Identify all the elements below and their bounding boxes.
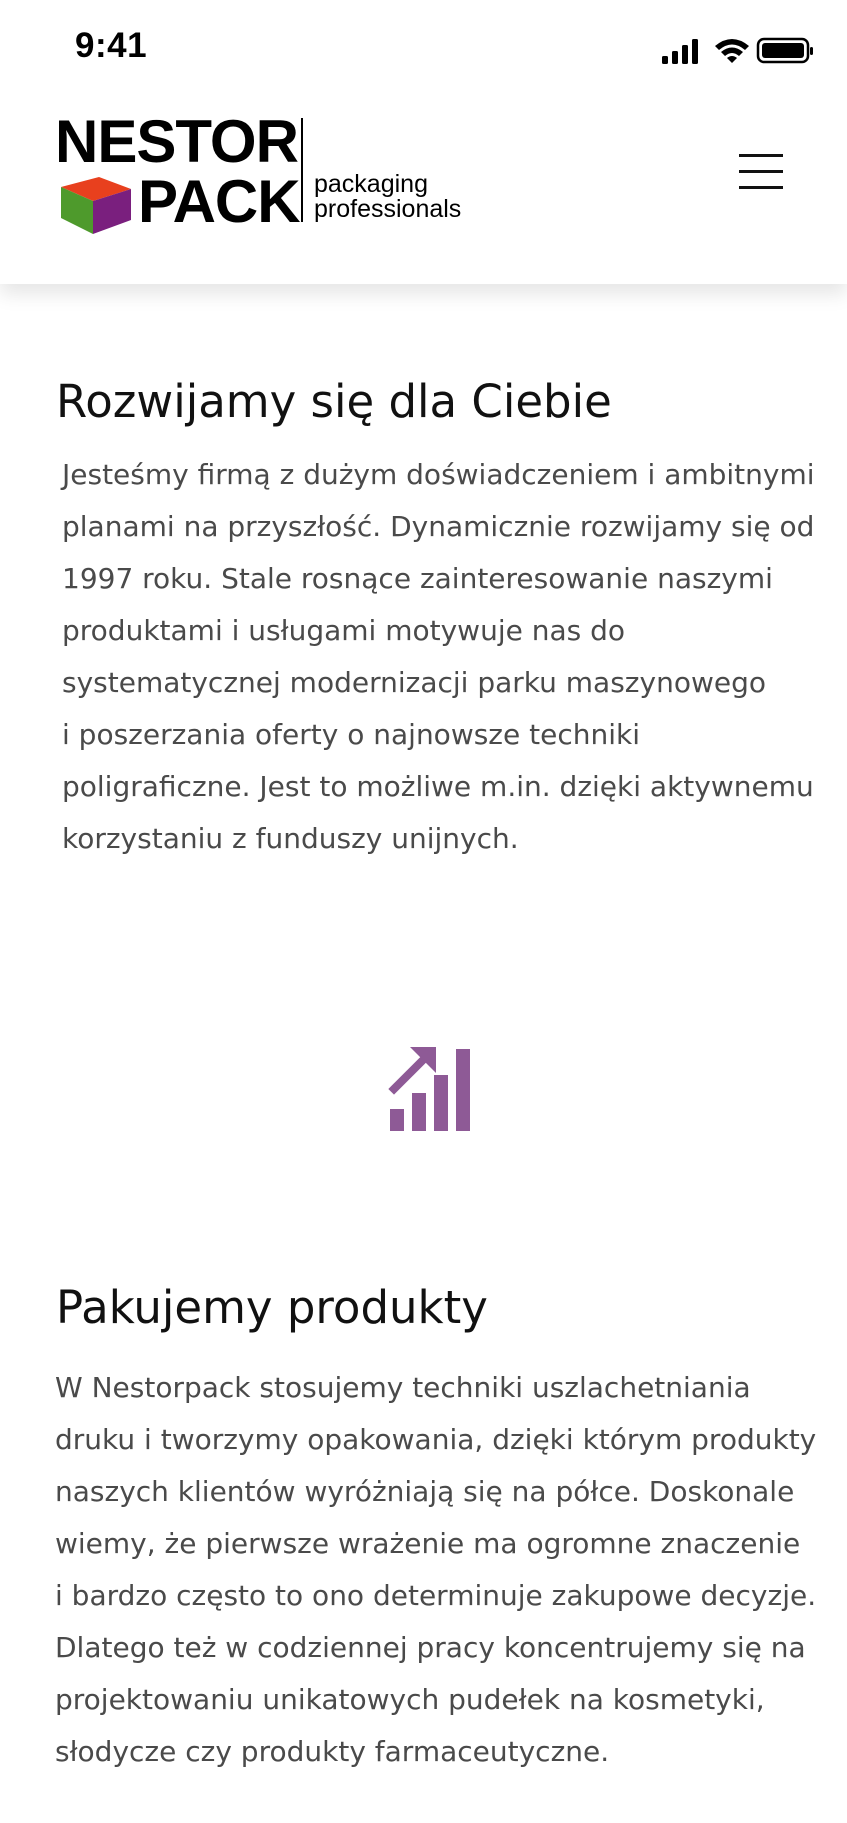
body-line: poligraficzne. Jest to możliwe m.in. dzi…: [62, 770, 814, 803]
body-line: korzystaniu z funduszy unijnych.: [62, 822, 519, 855]
signal-icon: [662, 39, 698, 64]
nestorpack-logo[interactable]: NESTOR PACK packaging professionals: [55, 112, 475, 237]
battery-icon: [756, 37, 813, 64]
section-title: Pakujemy produkty: [56, 1281, 488, 1334]
menu-line: [739, 154, 783, 157]
body-line: i bardzo często to ono determinuje zakup…: [55, 1579, 817, 1612]
body-line: planami na przyszłość. Dynamicznie rozwi…: [62, 510, 815, 543]
status-time: 9:41: [75, 26, 148, 65]
growth-chart-icon: [388, 1047, 470, 1131]
logo-tagline: packaging professionals: [314, 172, 461, 222]
wifi-icon: [715, 39, 749, 63]
body-line: słodycze czy produkty farmaceutyczne.: [55, 1735, 610, 1768]
menu-line: [739, 186, 783, 189]
logo-word-pack: PACK: [138, 168, 301, 235]
logo-tagline-line: professionals: [314, 195, 462, 223]
section-title: Rozwijamy się dla Ciebie: [56, 375, 612, 428]
body-line: W Nestorpack stosujemy techniki uszlache…: [55, 1371, 751, 1404]
body-line: naszych klientów wyróżniają się na półce…: [55, 1475, 795, 1508]
body-line: Jesteśmy firmą z dużym doświadczeniem i …: [62, 458, 815, 491]
status-icons: [662, 37, 813, 64]
body-line: 1997 roku. Stale rosnące zainteresowanie…: [62, 562, 773, 595]
hamburger-menu-icon[interactable]: [736, 150, 786, 194]
logo-word-nestor: NESTOR: [55, 108, 299, 175]
section-body: W Nestorpack stosujemy techniki uszlache…: [55, 1362, 825, 1778]
menu-line: [739, 170, 783, 173]
body-line: wiemy, że pierwsze wrażenie ma ogromne z…: [55, 1527, 801, 1560]
section-body: Jesteśmy firmą z dużym doświadczeniem i …: [62, 449, 822, 865]
body-line: projektowaniu unikatowych pudełek na kos…: [55, 1683, 765, 1716]
body-line: Dlatego też w codziennej pracy koncentru…: [55, 1631, 806, 1664]
body-line: i poszerzania oferty o najnowsze technik…: [62, 718, 640, 751]
cube-logo-icon: [61, 177, 131, 234]
body-line: systematycznej modernizacji parku maszyn…: [62, 666, 766, 699]
logo-tagline-line: packaging: [314, 170, 428, 198]
body-line: druku i tworzymy opakowania, dzięki któr…: [55, 1423, 817, 1456]
body-line: produktami i usługami motywuje nas do: [62, 614, 626, 647]
status-bar: 9:41: [0, 0, 847, 100]
logo-divider: [301, 118, 303, 222]
